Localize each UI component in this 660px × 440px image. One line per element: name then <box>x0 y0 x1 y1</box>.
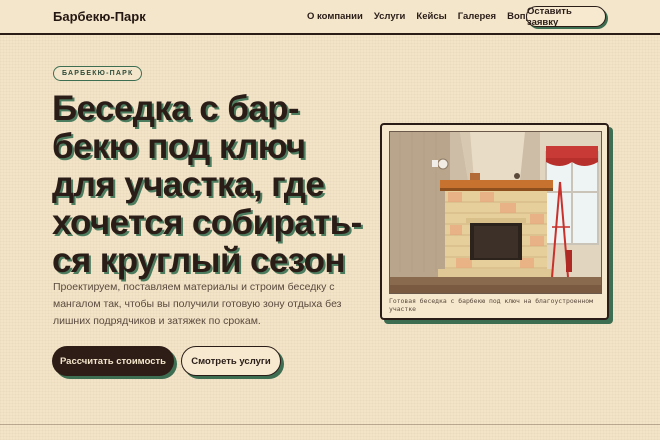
nav-link-about[interactable]: О компании <box>307 11 363 22</box>
photo-caption: Готовая беседка с барбекю под ключ на бл… <box>389 297 593 313</box>
site-logo[interactable]: Барбекю-Парк <box>53 9 146 24</box>
section-divider <box>0 424 660 425</box>
hero-title-line: хочется собирать- <box>52 203 362 242</box>
hero-title-line: бекю под ключ <box>52 127 306 166</box>
hero-title: Беседка с бар- бекю под ключ для участка… <box>52 90 382 280</box>
hero-title-line: для участка, где <box>52 165 325 204</box>
hero-title-line: Беседка с бар- <box>52 89 300 128</box>
site-header: Барбекю-Парк О компании Услуги Кейсы Гал… <box>0 0 660 35</box>
nav-link-gallery[interactable]: Галерея <box>458 11 496 22</box>
hero-title-line: ся круглый сезон <box>52 241 346 280</box>
photo-card: Готовая беседка с барбекю под ключ на бл… <box>380 123 609 320</box>
view-services-button[interactable]: Смотреть услуги <box>181 346 281 376</box>
nav-link-cases[interactable]: Кейсы <box>416 11 446 22</box>
leave-request-button[interactable]: Оставить заявку <box>526 6 606 28</box>
hero-description: Проектируем, поставляем материалы и стро… <box>53 281 342 327</box>
fireplace-photo <box>389 131 602 294</box>
nav-link-services[interactable]: Услуги <box>374 11 406 22</box>
calculate-cost-button[interactable]: Рассчитать стоимость <box>52 346 174 376</box>
brand-tag: БАРБЕКЮ-ПАРК <box>53 66 143 81</box>
main-nav: О компании Услуги Кейсы Галерея Вопросы <box>307 11 561 22</box>
